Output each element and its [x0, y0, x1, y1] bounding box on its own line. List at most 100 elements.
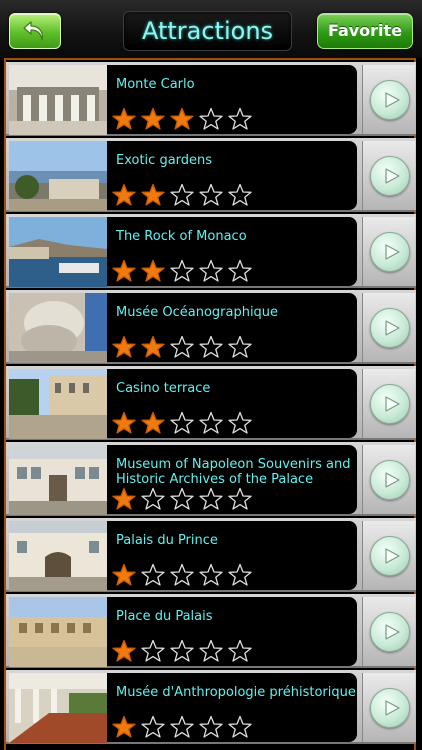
star-filled-icon — [112, 107, 136, 130]
attraction-name: Casino terrace — [116, 381, 211, 396]
open-detail-button[interactable] — [362, 369, 415, 438]
star-empty-icon — [199, 335, 223, 358]
star-empty-icon — [199, 259, 223, 282]
star-empty-icon — [199, 563, 223, 586]
attraction-photo — [9, 445, 107, 515]
open-detail-button[interactable] — [362, 65, 415, 134]
play-arrow-icon — [370, 80, 410, 120]
star-filled-icon — [112, 183, 136, 206]
open-detail-button[interactable] — [362, 141, 415, 210]
star-empty-icon — [199, 715, 223, 738]
list-item[interactable]: Palais du Prince — [6, 518, 416, 592]
favorite-button[interactable]: Favorite — [317, 13, 413, 49]
star-empty-icon — [170, 335, 194, 358]
star-empty-icon — [141, 639, 165, 662]
attraction-photo — [9, 217, 107, 287]
star-empty-icon — [199, 107, 223, 130]
play-arrow-icon — [370, 612, 410, 652]
play-arrow-icon — [370, 308, 410, 348]
star-filled-icon — [141, 259, 165, 282]
play-arrow-icon — [370, 384, 410, 424]
star-empty-icon — [228, 563, 252, 586]
rating-stars — [112, 335, 252, 359]
star-empty-icon — [170, 487, 194, 510]
star-empty-icon — [228, 335, 252, 358]
attraction-photo — [9, 369, 107, 439]
star-empty-icon — [228, 107, 252, 130]
attraction-name: Monte Carlo — [116, 77, 195, 92]
star-empty-icon — [170, 715, 194, 738]
rating-stars — [112, 639, 252, 663]
star-empty-icon — [199, 487, 223, 510]
attraction-name: Place du Palais — [116, 609, 213, 624]
star-filled-icon — [141, 335, 165, 358]
star-empty-icon — [141, 487, 165, 510]
attraction-card: Place du Palais — [107, 597, 357, 666]
rating-stars — [112, 259, 252, 283]
open-detail-button[interactable] — [362, 521, 415, 590]
star-filled-icon — [112, 259, 136, 282]
attraction-name: Musée Océanographique — [116, 305, 279, 320]
list-item[interactable]: Exotic gardens — [6, 138, 416, 212]
star-empty-icon — [228, 411, 252, 434]
open-detail-button[interactable] — [362, 217, 415, 286]
list-item[interactable]: Monte Carlo — [6, 62, 416, 136]
attraction-photo — [9, 521, 107, 591]
play-arrow-icon — [370, 536, 410, 576]
rating-stars — [112, 487, 252, 511]
star-filled-icon — [141, 411, 165, 434]
star-empty-icon — [170, 259, 194, 282]
attraction-card: The Rock of Monaco — [107, 217, 357, 286]
play-arrow-icon — [370, 232, 410, 272]
list-item[interactable]: Place du Palais — [6, 594, 416, 668]
star-empty-icon — [199, 639, 223, 662]
attraction-card: Monte Carlo — [107, 65, 357, 134]
attraction-name: Museum of Napoleon Souvenirs and Histori… — [116, 457, 351, 487]
open-detail-button[interactable] — [362, 293, 415, 362]
attraction-photo — [9, 293, 107, 363]
list-item[interactable]: Casino terrace — [6, 366, 416, 440]
star-empty-icon — [228, 639, 252, 662]
star-filled-icon — [112, 487, 136, 510]
rating-stars — [112, 183, 252, 207]
rating-stars — [112, 563, 252, 587]
list-item[interactable]: The Rock of Monaco — [6, 214, 416, 288]
open-detail-button[interactable] — [362, 597, 415, 666]
star-empty-icon — [170, 411, 194, 434]
back-arrow-icon — [23, 21, 43, 41]
open-detail-button[interactable] — [362, 445, 415, 514]
star-empty-icon — [170, 183, 194, 206]
star-empty-icon — [228, 259, 252, 282]
star-empty-icon — [141, 715, 165, 738]
rating-stars — [112, 411, 252, 435]
star-empty-icon — [228, 183, 252, 206]
attraction-card: Musée Océanographique — [107, 293, 357, 362]
play-arrow-icon — [370, 688, 410, 728]
rating-stars — [112, 715, 252, 739]
star-filled-icon — [141, 107, 165, 130]
star-filled-icon — [112, 639, 136, 662]
attraction-card: Exotic gardens — [107, 141, 357, 210]
attraction-card: Palais du Prince — [107, 521, 357, 590]
list-item[interactable]: Musée d'Anthropologie préhistorique — [6, 670, 416, 744]
back-button[interactable] — [9, 13, 61, 49]
star-empty-icon — [199, 183, 223, 206]
star-filled-icon — [112, 335, 136, 358]
star-filled-icon — [112, 563, 136, 586]
attraction-card: Musée d'Anthropologie préhistorique — [107, 673, 357, 742]
star-empty-icon — [228, 487, 252, 510]
list-item[interactable]: Musée Océanographique — [6, 290, 416, 364]
star-empty-icon — [170, 639, 194, 662]
play-arrow-icon — [370, 460, 410, 500]
star-empty-icon — [228, 715, 252, 738]
open-detail-button[interactable] — [362, 673, 415, 742]
attraction-photo — [9, 597, 107, 667]
star-filled-icon — [112, 715, 136, 738]
list-item[interactable]: Museum of Napoleon Souvenirs and Histori… — [6, 442, 416, 516]
star-filled-icon — [141, 183, 165, 206]
attractions-list[interactable]: Monte Carlo Exotic gardens The Rock of Mon… — [0, 58, 422, 750]
attraction-photo — [9, 141, 107, 211]
star-empty-icon — [170, 563, 194, 586]
attraction-name: Exotic gardens — [116, 153, 213, 168]
top-bar: Attractions Favorite — [0, 0, 422, 58]
